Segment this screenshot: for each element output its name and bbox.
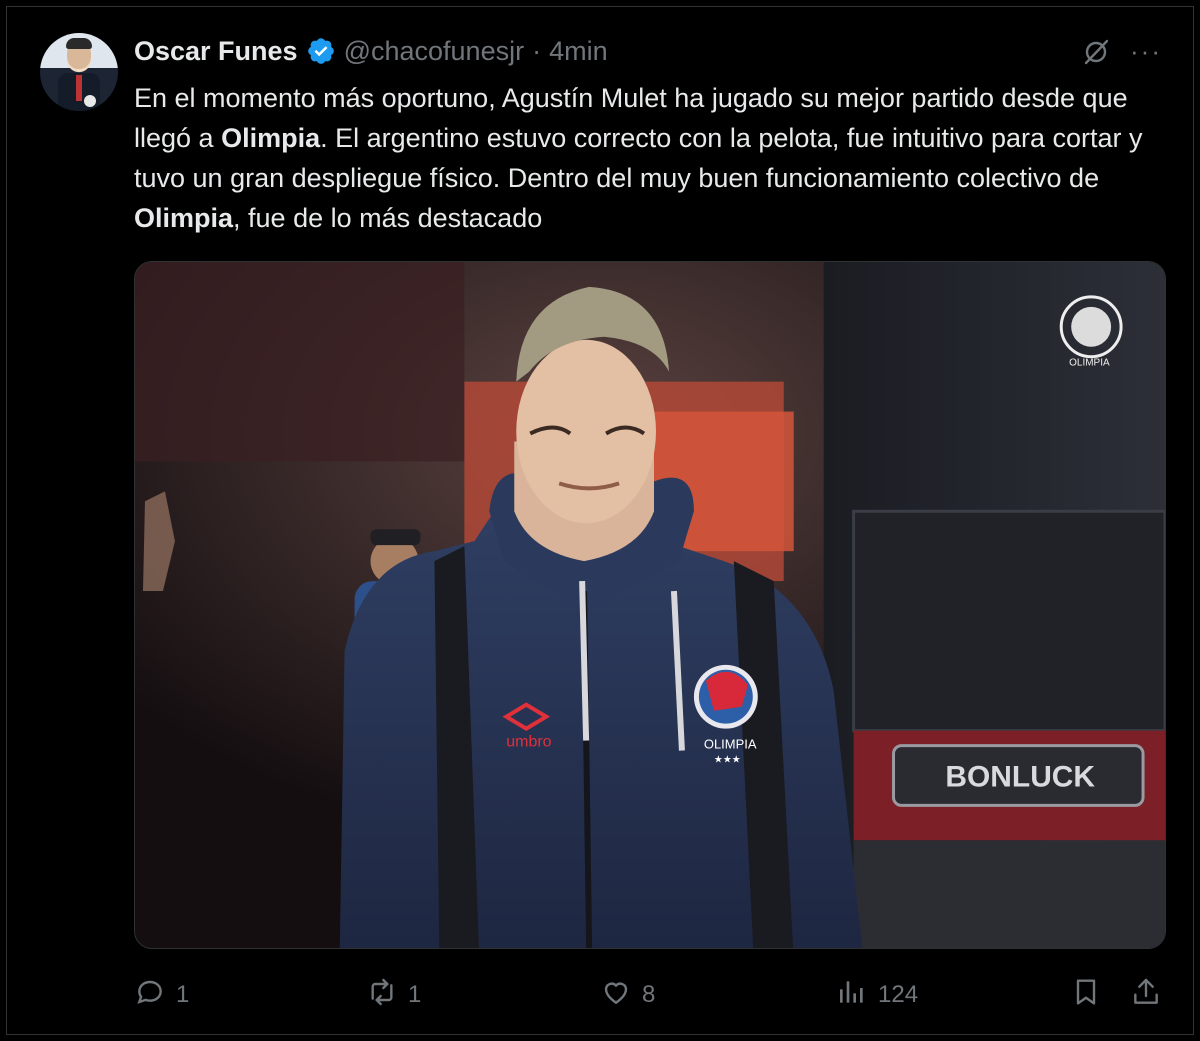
tweet-text-bold: Olimpia — [134, 203, 234, 233]
separator-dot: · — [532, 35, 542, 66]
author-handle[interactable]: @chacofunesjr — [344, 36, 525, 67]
views-button[interactable]: 124 — [836, 972, 918, 1018]
reply-button[interactable]: 1 — [134, 972, 189, 1018]
verified-badge-icon — [306, 36, 336, 66]
jacket-brand-text: umbro — [506, 734, 551, 751]
repost-button[interactable]: 1 — [366, 972, 421, 1018]
repost-count: 1 — [408, 981, 422, 1008]
bookmark-button[interactable] — [1070, 972, 1102, 1018]
tweet-actions: 1 1 8 124 — [134, 972, 1166, 1018]
more-options-icon[interactable]: ··· — [1130, 36, 1164, 68]
repost-icon — [366, 976, 398, 1015]
bus-brand-text: BONLUCK — [945, 760, 1095, 793]
tweet-photo[interactable]: BONLUCK OLIMPIA umbro OLIMPIA ★★★ — [134, 261, 1166, 949]
bookmark-icon — [1070, 976, 1102, 1015]
views-count: 124 — [878, 981, 919, 1008]
author-name[interactable]: Oscar Funes — [134, 36, 298, 67]
reply-icon — [134, 976, 166, 1015]
heart-icon — [600, 976, 632, 1015]
views-icon — [836, 976, 868, 1015]
crest-label-text: OLIMPIA — [704, 737, 757, 752]
avatar[interactable] — [40, 33, 118, 111]
timestamp[interactable]: 4min — [549, 36, 608, 67]
crest-stars-text: ★★★ — [714, 755, 741, 766]
tweet-header: Oscar Funes @chacofunesjr · 4min — [134, 33, 608, 69]
tweet-text-part: , fue de lo más destacado — [233, 203, 543, 233]
like-button[interactable]: 8 — [600, 972, 655, 1018]
tweet-text: En el momento más oportuno, Agustín Mule… — [134, 78, 1174, 238]
tweet-text-bold: Olimpia — [221, 123, 321, 153]
share-icon — [1130, 976, 1162, 1015]
share-button[interactable] — [1130, 972, 1162, 1018]
reply-count: 1 — [176, 981, 190, 1008]
watermark-text: OLIMPIA — [1069, 358, 1110, 369]
like-count: 8 — [642, 981, 656, 1008]
grok-icon[interactable] — [1080, 36, 1112, 68]
